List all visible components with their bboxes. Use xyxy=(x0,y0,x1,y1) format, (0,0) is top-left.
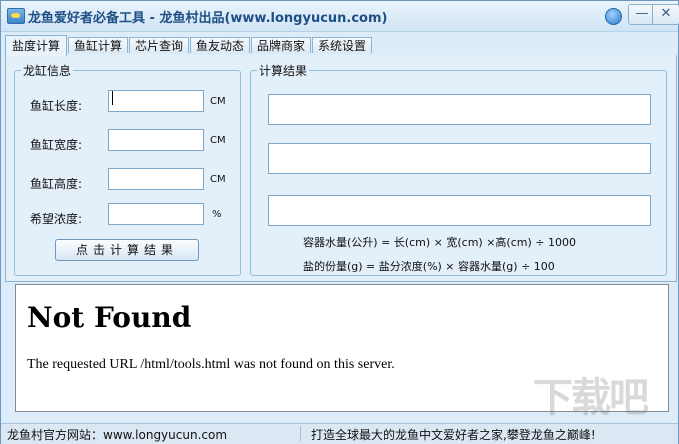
salinity-panel: 龙缸信息 鱼缸长度: CM 鱼缸宽度: CM 鱼缸高度: CM 希望浓度: % … xyxy=(5,55,677,282)
tank-info-group: 龙缸信息 鱼缸长度: CM 鱼缸宽度: CM 鱼缸高度: CM 希望浓度: % … xyxy=(14,62,241,276)
website-link[interactable]: 龙鱼村官方网站：www.longyucun.com xyxy=(7,426,227,443)
height-input[interactable] xyxy=(108,168,204,190)
results-title: 计算结果 xyxy=(259,64,308,78)
tab-brand-merchants[interactable]: 品牌商家 xyxy=(251,37,311,53)
tab-bar: 盐度计算 鱼缸计算 芯片查询 鱼友动态 品牌商家 系统设置 xyxy=(5,35,677,56)
concentration-input[interactable] xyxy=(108,203,204,225)
fish-icon xyxy=(7,8,25,24)
tab-tank-calc[interactable]: 鱼缸计算 xyxy=(68,37,128,53)
status-bar: 龙鱼村官方网站：www.longyucun.com 打造全球最大的龙鱼中文爱好者… xyxy=(1,423,678,444)
width-label: 鱼缸宽度: xyxy=(30,138,83,152)
error-heading: Not Found xyxy=(27,301,192,334)
result-extra-box[interactable] xyxy=(268,195,651,226)
text-caret xyxy=(112,91,113,105)
slogan-text: 打造全球最大的龙鱼中文爱好者之家,攀登龙鱼之巅峰! xyxy=(311,428,596,442)
result-salt-box[interactable] xyxy=(268,143,651,174)
length-input[interactable] xyxy=(108,90,204,112)
status-divider xyxy=(300,426,301,441)
width-unit: CM xyxy=(210,135,226,146)
skin-icon[interactable] xyxy=(605,8,622,25)
tab-system-settings[interactable]: 系统设置 xyxy=(312,37,372,53)
tank-info-title: 龙缸信息 xyxy=(23,64,72,78)
height-unit: CM xyxy=(210,174,226,185)
window-title: 龙鱼爱好者必备工具 - 龙鱼村出品(www.longyucun.com) xyxy=(28,11,388,26)
salt-formula: 盐的份量(g) = 盐分浓度(%) × 容器水量(g) ÷ 100 xyxy=(303,260,555,273)
error-message: The requested URL /html/tools.html was n… xyxy=(27,357,395,372)
length-label: 鱼缸长度: xyxy=(30,99,83,113)
width-input[interactable] xyxy=(108,129,204,151)
length-unit: CM xyxy=(210,96,226,107)
tab-chip-lookup[interactable]: 芯片查询 xyxy=(129,37,189,53)
height-label: 鱼缸高度: xyxy=(30,177,83,191)
title-bar[interactable]: 龙鱼爱好者必备工具 - 龙鱼村出品(www.longyucun.com) — ✕ xyxy=(1,1,679,32)
concentration-label: 希望浓度: xyxy=(30,212,83,226)
results-group: 计算结果 容器水量(公升) = 长(cm) × 宽(cm) ×高(cm) ÷ 1… xyxy=(250,62,667,276)
calculate-button[interactable]: 点击计算结果 xyxy=(55,239,199,261)
result-water-box[interactable] xyxy=(268,94,651,125)
water-formula: 容器水量(公升) = 长(cm) × 宽(cm) ×高(cm) ÷ 1000 xyxy=(303,236,576,249)
app-window: 龙鱼爱好者必备工具 - 龙鱼村出品(www.longyucun.com) — ✕… xyxy=(0,0,679,444)
concentration-unit: % xyxy=(212,209,222,220)
web-view[interactable]: Not Found The requested URL /html/tools.… xyxy=(15,284,669,412)
tab-salinity-calc[interactable]: 盐度计算 xyxy=(5,35,67,56)
close-button[interactable]: ✕ xyxy=(652,4,679,25)
tab-friend-news[interactable]: 鱼友动态 xyxy=(190,37,250,53)
